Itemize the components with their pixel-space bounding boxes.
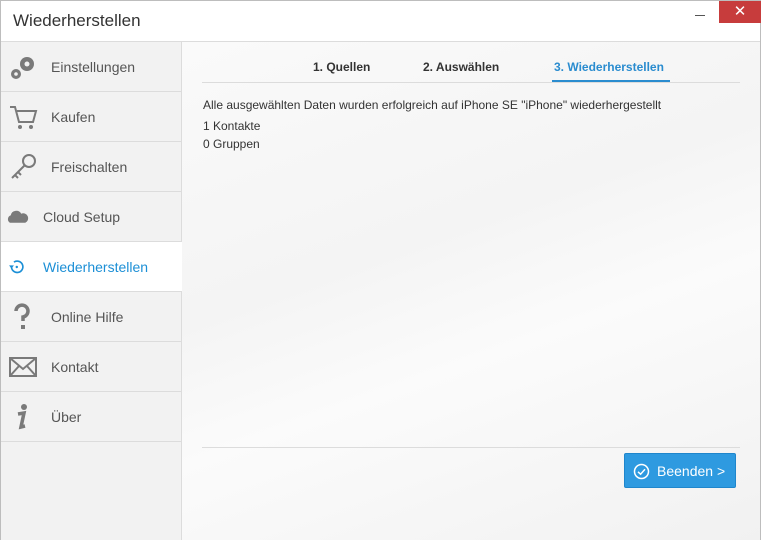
sidebar-item-einstellungen[interactable]: Einstellungen [1,42,181,92]
finish-button[interactable]: Beenden > [624,453,736,488]
groups-count: 0 Gruppen [203,137,260,151]
question-icon [14,303,30,329]
sidebar-item-kaufen[interactable]: Kaufen [1,92,181,142]
close-button[interactable]: ✕ [719,1,761,23]
minimize-button[interactable] [687,7,713,23]
step-tabs: 1. Quellen 2. Auswählen 3. Wiederherstel… [202,56,740,83]
cart-icon [10,106,38,129]
success-message: Alle ausgewählten Daten wurden erfolgrei… [203,98,662,112]
title-bar: Wiederherstellen ✕ [1,1,761,41]
tab-auswaehlen[interactable]: 2. Auswählen [423,60,499,74]
window-title: Wiederherstellen [13,11,141,30]
sidebar-item-label: Kontakt [51,359,99,375]
sidebar-item-cloud-setup[interactable]: Cloud Setup [1,192,181,242]
sidebar-item-label: Wiederherstellen [43,259,149,275]
check-circle-icon [633,463,650,480]
sidebar-item-label: Einstellungen [51,59,136,75]
app-window: Wiederherstellen ✕ Einstellungen Kaufen … [0,0,761,540]
sidebar-item-ueber[interactable]: Über [1,392,181,442]
cloud-icon [7,210,29,223]
sidebar: Einstellungen Kaufen Freischalten Cloud … [1,41,182,540]
footer-divider [202,447,740,448]
sidebar-item-kontakt[interactable]: Kontakt [1,342,181,392]
sidebar-item-online-hilfe[interactable]: Online Hilfe [1,292,181,342]
sidebar-item-label: Cloud Setup [43,209,121,225]
sidebar-item-label: Freischalten [51,159,128,175]
envelope-icon [9,357,37,377]
tab-wiederherstellen[interactable]: 3. Wiederherstellen [554,60,664,74]
info-icon [17,404,27,430]
sidebar-item-label: Über [51,409,82,425]
sidebar-item-label: Kaufen [51,109,96,125]
restore-icon [9,260,24,274]
main-content: 1. Quellen 2. Auswählen 3. Wiederherstel… [182,41,760,540]
active-tab-indicator [552,80,670,82]
tab-quellen[interactable]: 1. Quellen [313,60,370,74]
sidebar-item-wiederherstellen[interactable]: Wiederherstellen [1,242,182,292]
key-icon [11,154,36,179]
sidebar-item-label: Online Hilfe [51,309,124,325]
contacts-count: 1 Kontakte [203,119,261,133]
sidebar-item-freischalten[interactable]: Freischalten [1,142,181,192]
finish-button-label: Beenden > [657,463,726,479]
gears-icon [11,57,34,79]
